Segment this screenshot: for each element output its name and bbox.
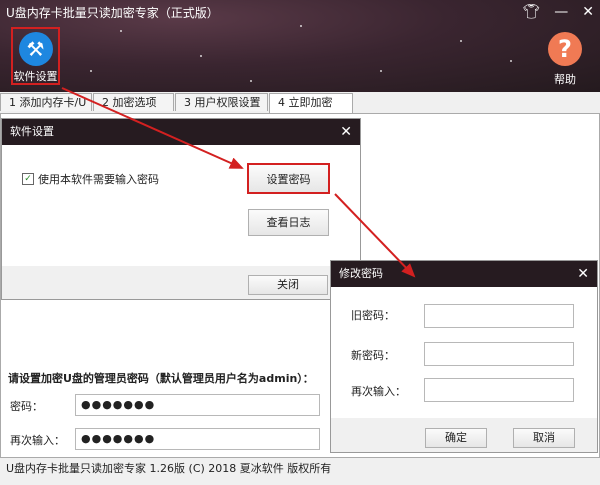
arrow-to-set-password [61,87,244,169]
annotation-arrows [61,87,416,278]
arrow-to-change-password [334,193,416,278]
